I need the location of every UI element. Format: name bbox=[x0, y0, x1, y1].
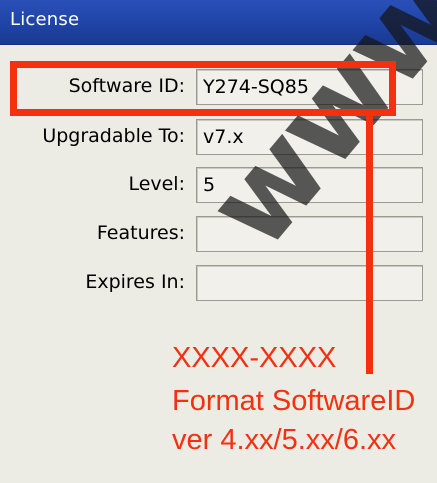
highlight-connector-line bbox=[366, 116, 373, 374]
highlight-box bbox=[10, 61, 396, 116]
window-title: License bbox=[10, 9, 80, 30]
features-label: Features: bbox=[96, 222, 185, 244]
annotation-format-pattern: XXXX-XXXX bbox=[172, 342, 337, 374]
upgradable-to-field[interactable]: v7.x bbox=[196, 119, 423, 155]
features-field[interactable] bbox=[196, 216, 423, 252]
expires-in-field[interactable] bbox=[196, 265, 423, 301]
level-field[interactable]: 5 bbox=[196, 167, 423, 203]
expires-in-label: Expires In: bbox=[85, 271, 185, 293]
title-bar[interactable]: License bbox=[0, 0, 437, 45]
upgradable-to-label: Upgradable To: bbox=[42, 125, 185, 147]
annotation-versions: ver 4.xx/5.xx/6.xx bbox=[172, 424, 397, 456]
annotation-format-title: Format SoftwareID bbox=[172, 385, 416, 417]
license-window: License Software ID: Y274-SQ85 Upgradabl… bbox=[0, 0, 437, 483]
level-label: Level: bbox=[128, 173, 185, 195]
